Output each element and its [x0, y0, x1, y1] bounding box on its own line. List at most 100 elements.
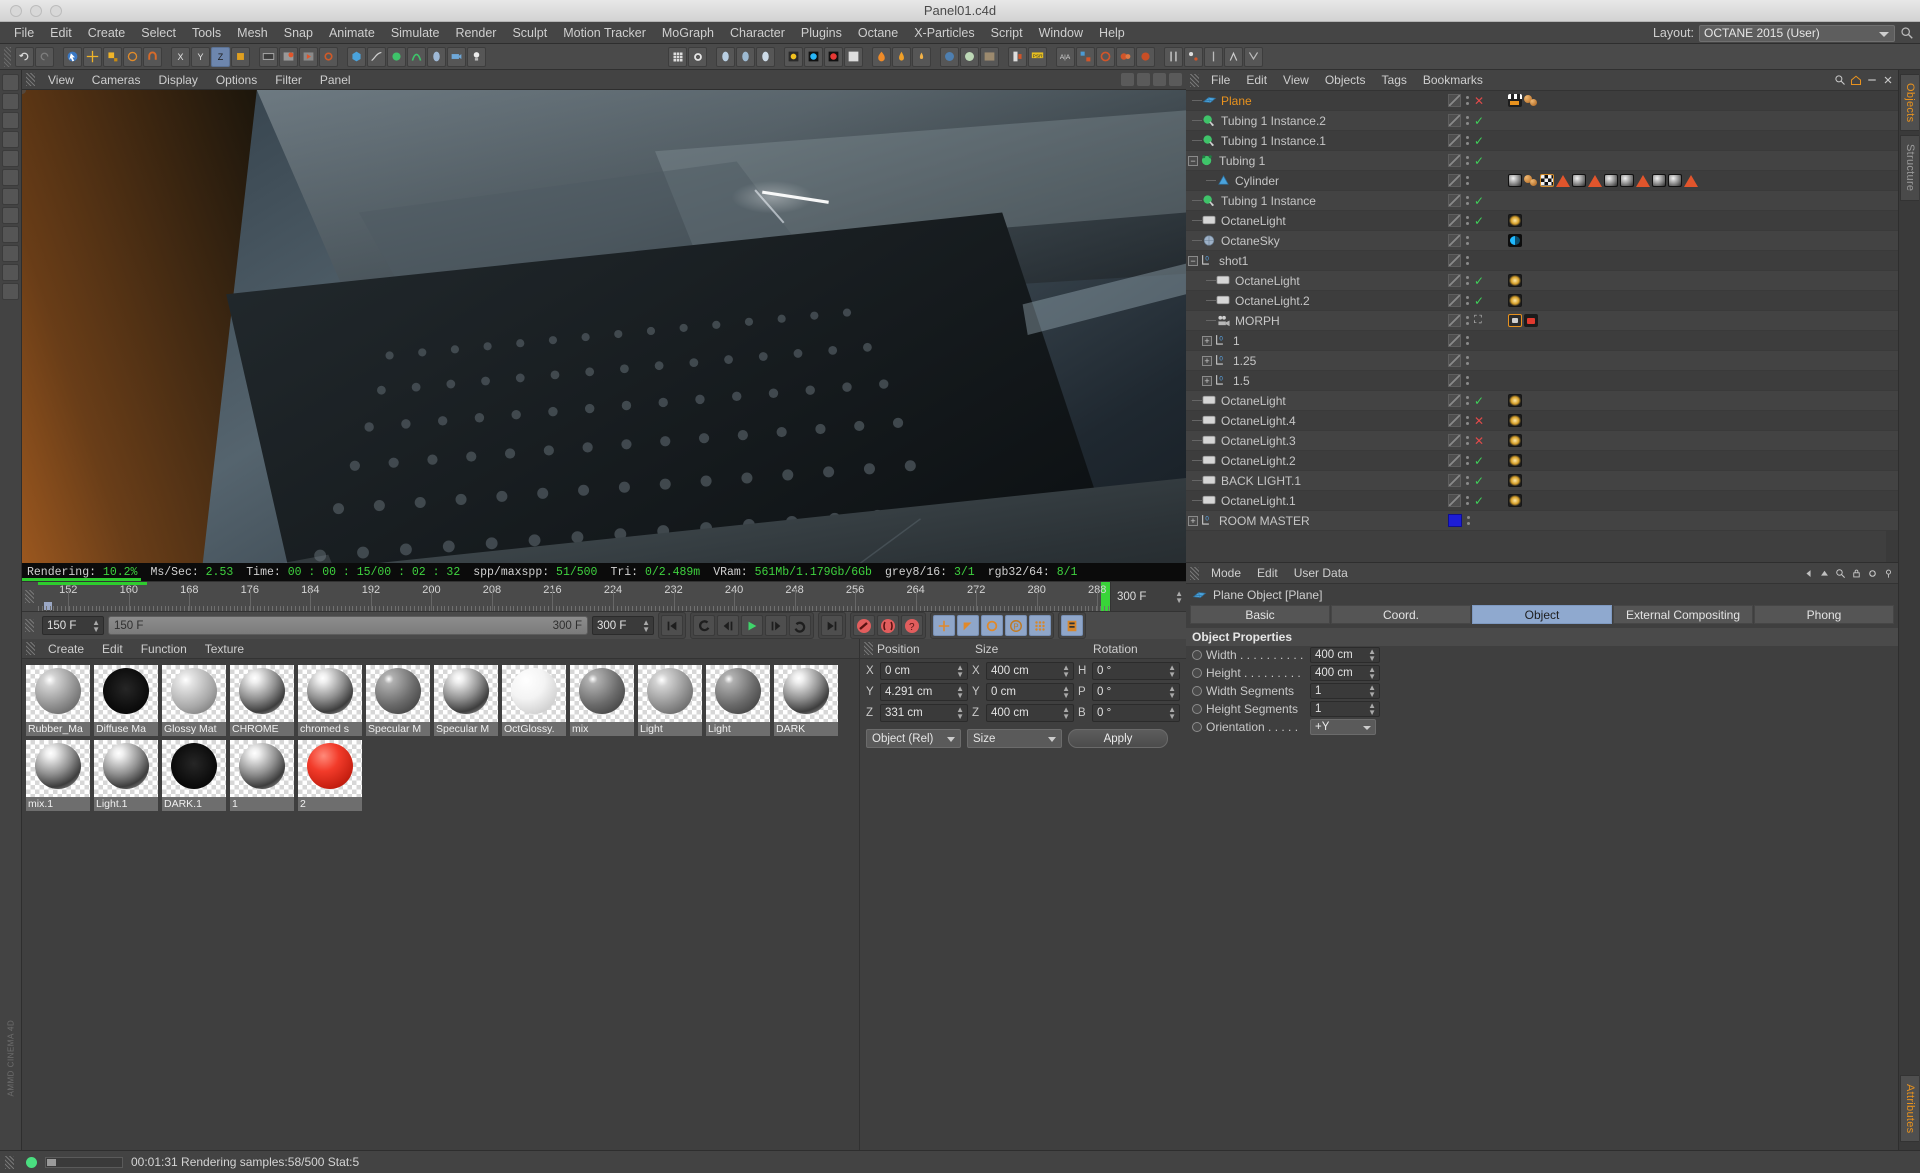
timeline-end-field[interactable]: 300 F ▲ ▼ — [1110, 582, 1186, 611]
move-icon[interactable] — [83, 46, 102, 67]
material-tag[interactable] — [1572, 174, 1586, 187]
tab-external-compositing[interactable]: External Compositing — [1613, 605, 1753, 624]
camera-tag[interactable] — [1508, 314, 1522, 327]
layer-color-empty[interactable] — [1448, 294, 1461, 307]
deformer-icon[interactable] — [407, 46, 426, 67]
object-tree-row[interactable]: OctaneLight ✓ — [1186, 391, 1898, 411]
axis-x-icon[interactable]: X — [171, 46, 190, 67]
axis-y-icon[interactable]: Y — [191, 46, 210, 67]
up-arrow-icon[interactable] — [1819, 568, 1830, 579]
enabled-check-icon[interactable]: ✓ — [1474, 294, 1485, 308]
camera-icon[interactable] — [447, 46, 466, 67]
spinner-icon[interactable]: ▲ ▼ — [1062, 664, 1070, 679]
light-tag[interactable] — [1508, 294, 1522, 307]
go-to-end-icon[interactable] — [821, 615, 843, 636]
visibility-dots[interactable] — [1466, 96, 1469, 105]
visibility-dots[interactable] — [1466, 416, 1469, 425]
status-bar-grip[interactable] — [5, 1155, 14, 1169]
material-swatch[interactable]: Diffuse Ma — [94, 665, 158, 736]
object-tag-strip[interactable] — [1508, 214, 1522, 227]
disabled-x-icon[interactable]: ✕ — [1474, 434, 1485, 448]
cube-primitive-icon[interactable] — [347, 46, 366, 67]
object-tag-strip[interactable] — [1508, 274, 1522, 287]
toolbar-grip[interactable] — [4, 46, 11, 67]
tab-phong[interactable]: Phong — [1754, 605, 1894, 624]
material-swatch[interactable]: mix.1 — [26, 740, 90, 811]
spinner-icon[interactable]: ▲ ▼ — [1175, 589, 1183, 604]
layer-color-empty[interactable] — [1448, 214, 1461, 227]
background-icon[interactable] — [980, 46, 999, 67]
enabled-check-icon[interactable]: ✓ — [1474, 394, 1485, 408]
menu-item-window[interactable]: Window — [1031, 24, 1091, 42]
physical-sky-icon[interactable] — [960, 46, 979, 67]
red-camera-tag[interactable] — [1524, 314, 1538, 327]
viewport-menu-filter[interactable]: Filter — [266, 72, 311, 88]
weight-icon[interactable] — [1204, 46, 1223, 67]
object-tag-strip[interactable] — [1508, 454, 1522, 467]
layer-color-empty[interactable] — [1448, 234, 1461, 247]
menu-item-mesh[interactable]: Mesh — [229, 24, 276, 42]
move-camera-icon[interactable] — [1121, 73, 1134, 86]
spinner-icon[interactable]: ▲ ▼ — [1368, 666, 1376, 681]
material-swatch[interactable]: Light — [638, 665, 702, 736]
parameter-key-icon[interactable]: P — [1005, 615, 1027, 636]
sky-icon[interactable] — [940, 46, 959, 67]
tree-expander-icon[interactable]: + — [1202, 335, 1212, 346]
visibility-dots[interactable] — [1466, 216, 1469, 225]
material-swatch[interactable]: DARK.1 — [162, 740, 226, 811]
attributes-menu-user-data[interactable]: User Data — [1286, 565, 1356, 581]
joint-icon[interactable] — [1184, 46, 1203, 67]
position-y-field[interactable]: 4.291 cm ▲ ▼ — [880, 683, 968, 701]
vertical-tab-objects[interactable]: Objects — [1900, 74, 1919, 132]
attributes-grip[interactable] — [1190, 566, 1199, 580]
viewport-menu-grip[interactable] — [26, 73, 35, 86]
autokey-icon[interactable] — [877, 615, 899, 636]
polygon-mode-icon[interactable] — [2, 169, 19, 186]
visibility-dots[interactable] — [1466, 356, 1469, 365]
object-tree-row[interactable]: MORPH ⛶ — [1186, 311, 1898, 331]
sphere-tag[interactable] — [1524, 174, 1538, 187]
octane-render-icon[interactable] — [716, 46, 735, 67]
object-tag-strip[interactable] — [1508, 174, 1698, 187]
animation-layer-icon[interactable] — [1061, 615, 1083, 636]
object-menu-file[interactable]: File — [1203, 72, 1238, 88]
object-tree-row[interactable]: OctaneLight.1 ✓ — [1186, 491, 1898, 511]
sphere-tag[interactable] — [1524, 94, 1538, 107]
previous-frame-icon[interactable] — [717, 615, 739, 636]
point-level-icon[interactable] — [1029, 615, 1051, 636]
light-icon[interactable] — [467, 46, 486, 67]
material-swatch[interactable]: Specular M — [434, 665, 498, 736]
light-tag[interactable] — [1508, 474, 1522, 487]
home-icon[interactable] — [1850, 74, 1862, 86]
material-tag[interactable] — [1668, 174, 1682, 187]
tree-expander-icon[interactable]: + — [1202, 375, 1212, 386]
enabled-check-icon[interactable]: ✓ — [1474, 154, 1485, 168]
material-menu-grip[interactable] — [26, 642, 35, 655]
triangle-tag[interactable] — [1636, 174, 1650, 187]
back-arrow-icon[interactable] — [1803, 568, 1814, 579]
layer-color-empty[interactable] — [1448, 474, 1461, 487]
parameter-radio-icon[interactable] — [1192, 686, 1202, 696]
undo-icon[interactable] — [15, 46, 34, 67]
spinner-icon[interactable]: ▲ ▼ — [1168, 706, 1176, 721]
vertical-tab-structure[interactable]: Structure — [1900, 135, 1919, 201]
visibility-dots[interactable] — [1466, 436, 1469, 445]
spline-pen-icon[interactable] — [367, 46, 386, 67]
layer-color-empty[interactable] — [1448, 174, 1461, 187]
material-swatch[interactable]: CHROME — [230, 665, 294, 736]
search-icon[interactable] — [1900, 26, 1914, 40]
render-view-icon[interactable] — [259, 46, 278, 67]
light-tag[interactable] — [1508, 454, 1522, 467]
rotate-camera-icon[interactable] — [1153, 73, 1166, 86]
spinner-icon[interactable]: ▲ ▼ — [1368, 648, 1376, 663]
vertical-tab-attributes[interactable]: Attributes — [1900, 1074, 1919, 1142]
parameter-radio-icon[interactable] — [1192, 668, 1202, 678]
tab-object[interactable]: Object — [1472, 605, 1612, 624]
object-tag-strip[interactable] — [1508, 494, 1522, 507]
menu-item-script[interactable]: Script — [983, 24, 1031, 42]
object-tree-row[interactable]: OctaneLight.4 ✕ — [1186, 411, 1898, 431]
clapper-tag[interactable] — [1508, 94, 1522, 107]
grid-icon[interactable] — [668, 46, 687, 67]
visibility-dots[interactable] — [1466, 116, 1469, 125]
object-tree-row[interactable]: Cylinder — [1186, 171, 1898, 191]
